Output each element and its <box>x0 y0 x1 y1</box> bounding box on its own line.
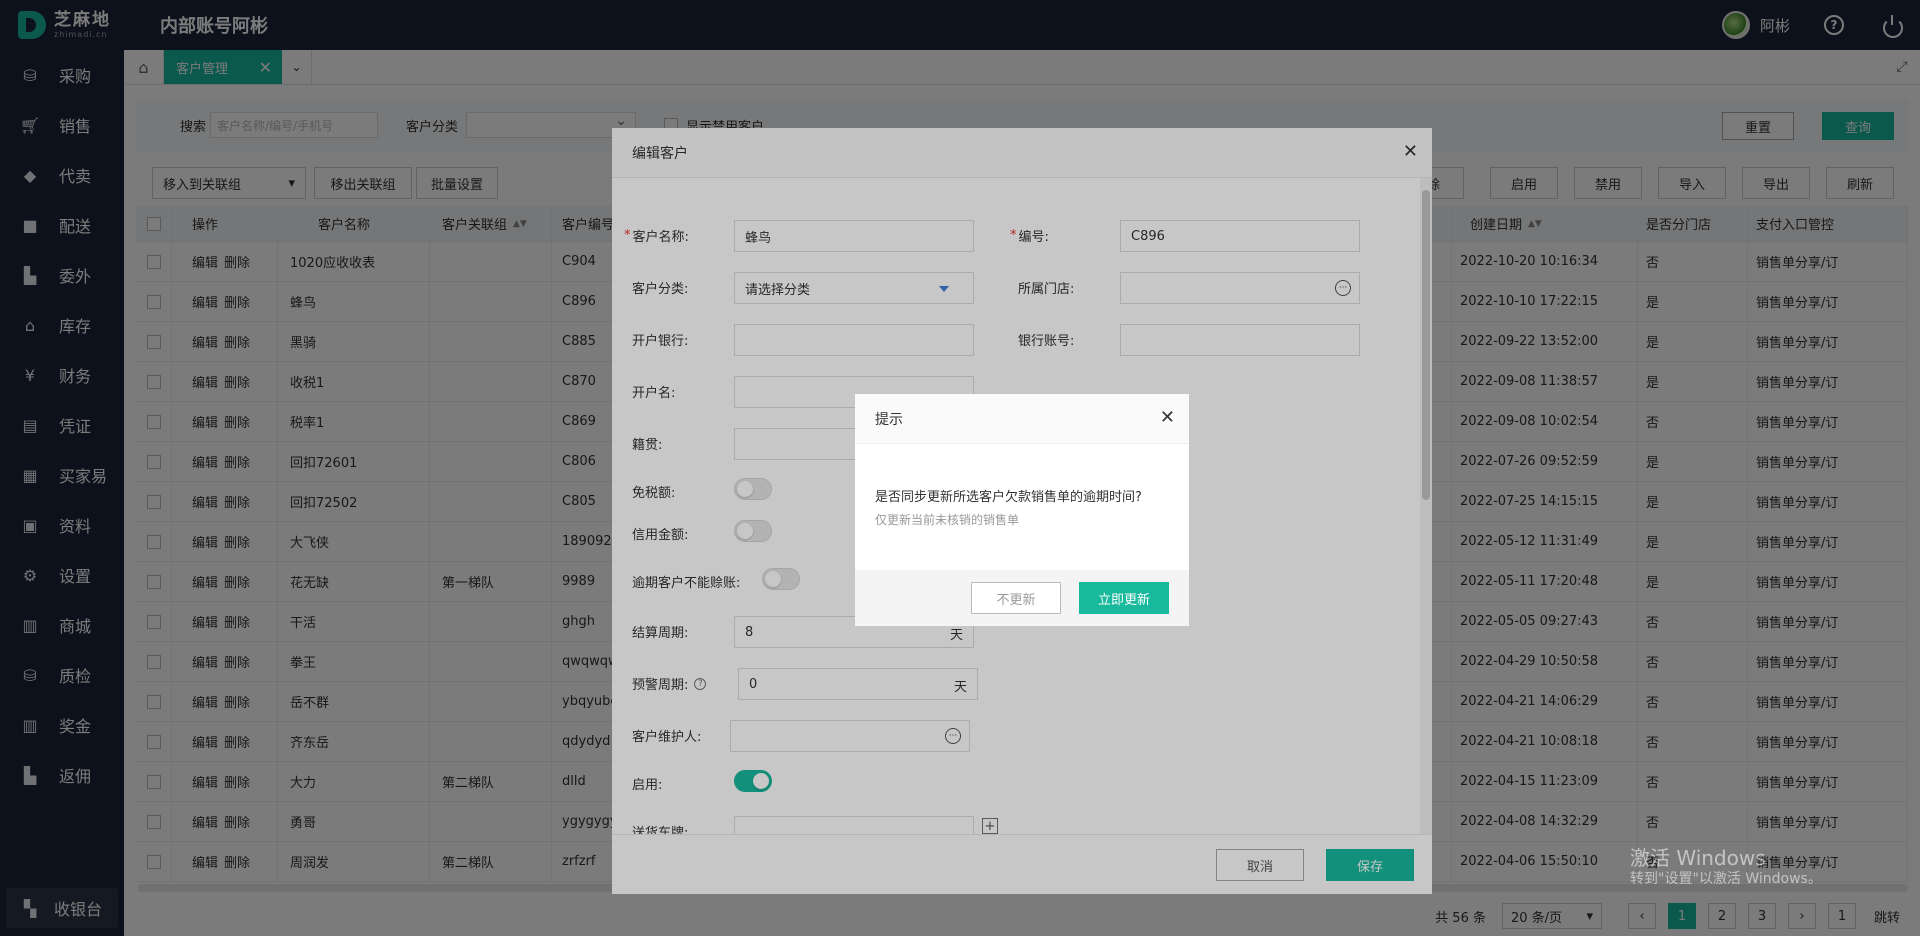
confirm-dialog: 提示 ✕ 是否同步更新所选客户欠款销售单的逾期时间? 仅更新当前未核销的销售单 … <box>855 394 1189 626</box>
confirm-dialog-title: 提示 <box>875 411 903 428</box>
confirm-dialog-footer: 不更新 立即更新 <box>855 570 1189 626</box>
confirm-message: 是否同步更新所选客户欠款销售单的逾期时间? <box>875 490 1142 505</box>
close-icon[interactable]: ✕ <box>1160 407 1175 428</box>
windows-watermark-sub: 转到"设置"以激活 Windows。 <box>1630 871 1822 887</box>
confirm-dialog-header: 提示 <box>855 394 1189 444</box>
no-update-button[interactable]: 不更新 <box>971 582 1061 614</box>
update-now-button[interactable]: 立即更新 <box>1079 582 1169 614</box>
windows-watermark: 激活 Windows <box>1630 846 1766 870</box>
confirm-sub-message: 仅更新当前未核销的销售单 <box>875 513 1020 527</box>
